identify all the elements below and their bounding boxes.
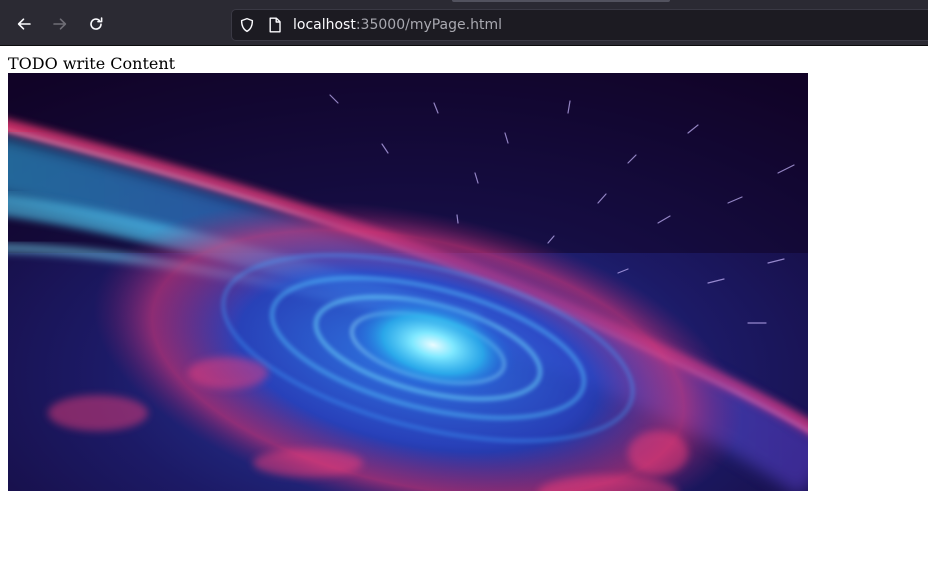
page-body-text: TODO write Content [8,54,176,73]
url-host: localhost [293,17,356,33]
forward-button[interactable] [45,9,75,39]
reload-button[interactable] [81,9,111,39]
page-content: TODO write Content [0,46,928,573]
back-button[interactable] [9,9,39,39]
page-icon-wrap [266,16,284,34]
url-text[interactable]: localhost:35000/myPage.html [293,16,502,34]
galaxy-image [8,73,808,491]
url-path: :35000/myPage.html [355,17,502,33]
browser-toolbar: localhost:35000/myPage.html [0,0,928,46]
address-bar[interactable]: localhost:35000/myPage.html [231,9,928,41]
active-tab-edge[interactable] [452,0,670,2]
reload-icon [90,17,103,30]
shield-icon [240,17,254,33]
back-arrow-icon [17,18,31,30]
page-icon [269,17,281,33]
site-info-button[interactable] [238,16,256,34]
forward-arrow-icon [53,18,67,30]
